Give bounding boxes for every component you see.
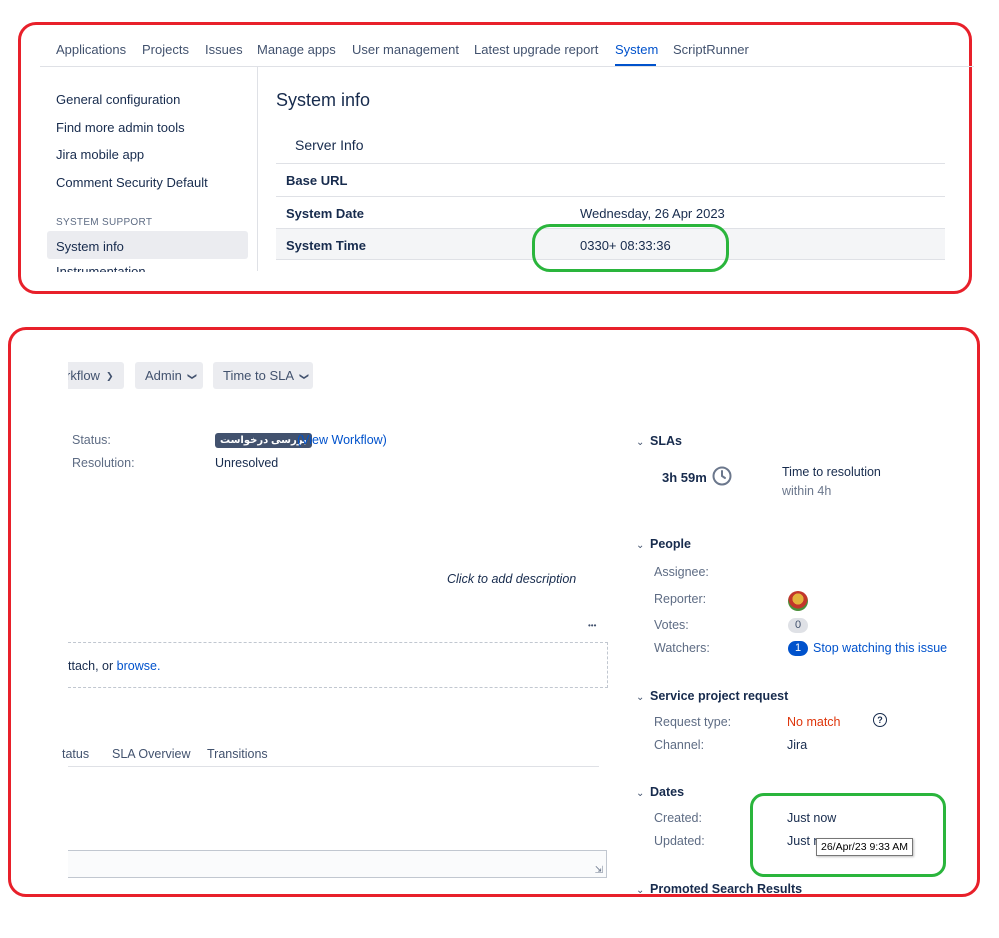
stop-watching-link[interactable]: Stop watching this issue bbox=[813, 641, 947, 655]
attach-text-label: ttach, or bbox=[68, 659, 114, 673]
request-type-label: Request type: bbox=[654, 715, 732, 729]
sidebar-item-jira-mobile-app[interactable]: Jira mobile app bbox=[56, 147, 144, 162]
sla-goal: within 4h bbox=[782, 484, 832, 498]
chevron-down-icon: ❯ bbox=[299, 372, 310, 381]
time-to-sla-button[interactable]: Time to SLA ❯ bbox=[213, 362, 313, 389]
highlight-box-dates bbox=[750, 793, 946, 877]
tab-status[interactable]: tatus bbox=[62, 747, 89, 761]
page-title: System info bbox=[276, 90, 371, 110]
sidebar-item-cut[interactable]: Instrumentation bbox=[56, 264, 196, 272]
browse-link[interactable]: browse. bbox=[117, 659, 161, 673]
nav-applications[interactable]: Applications bbox=[56, 42, 126, 57]
clock-icon bbox=[712, 466, 732, 486]
admin-top-nav: Applications Projects Issues Manage apps… bbox=[40, 30, 974, 67]
nav-projects[interactable]: Projects bbox=[142, 42, 189, 57]
watchers-label: Watchers: bbox=[654, 641, 710, 655]
sla-time: 3h 59m bbox=[662, 470, 707, 485]
reporter-avatar[interactable] bbox=[788, 591, 808, 611]
dates-section-header[interactable]: ⌄ Dates bbox=[636, 785, 684, 799]
promoted-search-header[interactable]: ⌄ Promoted Search Results bbox=[636, 882, 802, 894]
chevron-down-icon: ❯ bbox=[187, 372, 198, 381]
sidebar-item-find-more-admin-tools[interactable]: Find more admin tools bbox=[56, 120, 185, 135]
base-url-label: Base URL bbox=[286, 173, 348, 188]
resize-handle-icon[interactable]: ⇲ bbox=[595, 865, 603, 876]
resolution-value: Unresolved bbox=[215, 456, 279, 470]
nav-latest-upgrade-report[interactable]: Latest upgrade report bbox=[474, 42, 598, 57]
workflow-button-label: rkflow bbox=[68, 368, 100, 383]
status-label: Status: bbox=[72, 433, 111, 447]
system-date-label: System Date bbox=[286, 206, 365, 221]
activity-tabs: tatus SLA Overview Transitions bbox=[62, 740, 599, 767]
highlight-box-time bbox=[532, 224, 729, 272]
channel-value: Jira bbox=[787, 738, 808, 752]
resolution-label: Resolution: bbox=[72, 456, 135, 470]
reporter-label: Reporter: bbox=[654, 592, 707, 606]
system-date-value: Wednesday, 26 Apr 2023 bbox=[580, 206, 725, 221]
people-title: People bbox=[650, 537, 691, 551]
channel-label: Channel: bbox=[654, 738, 705, 752]
chevron-down-icon: ⌄ bbox=[636, 437, 645, 448]
slas-section-header[interactable]: ⌄ SLAs bbox=[636, 434, 682, 448]
service-request-section-header[interactable]: ⌄ Service project request bbox=[636, 689, 788, 703]
votes-count-badge[interactable]: 0 bbox=[788, 618, 808, 633]
nav-manage-apps[interactable]: Manage apps bbox=[257, 42, 336, 57]
people-section-header[interactable]: ⌄ People bbox=[636, 537, 691, 551]
sidebar-item-cut-label: Instrumentation bbox=[56, 264, 146, 272]
slas-title: SLAs bbox=[650, 434, 682, 448]
promoted-title: Promoted Search Results bbox=[650, 882, 803, 894]
tab-transitions[interactable]: Transitions bbox=[207, 747, 268, 761]
promoted-section-clip: ⌄ Promoted Search Results bbox=[636, 882, 816, 894]
nav-issues[interactable]: Issues bbox=[205, 42, 243, 57]
watchers-count-badge[interactable]: 1 bbox=[788, 641, 808, 656]
workflow-button-clip: rkflow ❯ bbox=[68, 362, 128, 390]
help-icon[interactable]: ? bbox=[873, 713, 887, 727]
assignee-label: Assignee: bbox=[654, 565, 709, 579]
chevron-down-icon: ⌄ bbox=[636, 692, 645, 703]
active-tab-indicator bbox=[615, 64, 656, 66]
time-to-sla-button-label: Time to SLA bbox=[223, 368, 295, 383]
attach-text: ttach, or browse. bbox=[68, 659, 160, 673]
divider bbox=[276, 163, 945, 164]
more-actions-icon[interactable]: ••• bbox=[588, 621, 596, 630]
dates-title: Dates bbox=[650, 785, 685, 799]
admin-button-label: Admin bbox=[145, 368, 182, 383]
comment-textarea[interactable]: ⇲ bbox=[68, 850, 607, 878]
created-label: Created: bbox=[654, 811, 702, 825]
nav-scriptrunner[interactable]: ScriptRunner bbox=[673, 42, 749, 57]
view-workflow-link[interactable]: (View Workflow) bbox=[297, 433, 387, 447]
nav-user-management[interactable]: User management bbox=[352, 42, 459, 57]
chevron-down-icon: ⌄ bbox=[636, 788, 645, 799]
description-placeholder[interactable]: Click to add description bbox=[447, 572, 576, 586]
system-time-label: System Time bbox=[286, 238, 366, 253]
service-title: Service project request bbox=[650, 689, 789, 703]
updated-label: Updated: bbox=[654, 834, 705, 848]
chevron-down-icon: ❯ bbox=[105, 371, 114, 381]
divider bbox=[276, 196, 945, 197]
sidebar-item-general-configuration[interactable]: General configuration bbox=[56, 92, 180, 107]
nav-system[interactable]: System bbox=[615, 42, 658, 57]
sidebar-section-title: SYSTEM SUPPORT bbox=[56, 217, 153, 228]
chevron-down-icon: ⌄ bbox=[636, 885, 645, 894]
chevron-down-icon: ⌄ bbox=[636, 540, 645, 551]
request-type-value[interactable]: No match bbox=[787, 715, 841, 729]
sidebar-item-system-info-label: System info bbox=[56, 239, 124, 254]
workflow-button[interactable]: rkflow ❯ bbox=[68, 362, 124, 389]
sidebar-divider bbox=[257, 66, 258, 271]
server-info-heading: Server Info bbox=[295, 137, 364, 153]
admin-button[interactable]: Admin ❯ bbox=[135, 362, 203, 389]
sla-name: Time to resolution bbox=[782, 465, 881, 479]
sidebar-item-comment-security-default[interactable]: Comment Security Default bbox=[56, 175, 208, 190]
tab-sla-overview[interactable]: SLA Overview bbox=[112, 747, 191, 761]
votes-label: Votes: bbox=[654, 618, 689, 632]
